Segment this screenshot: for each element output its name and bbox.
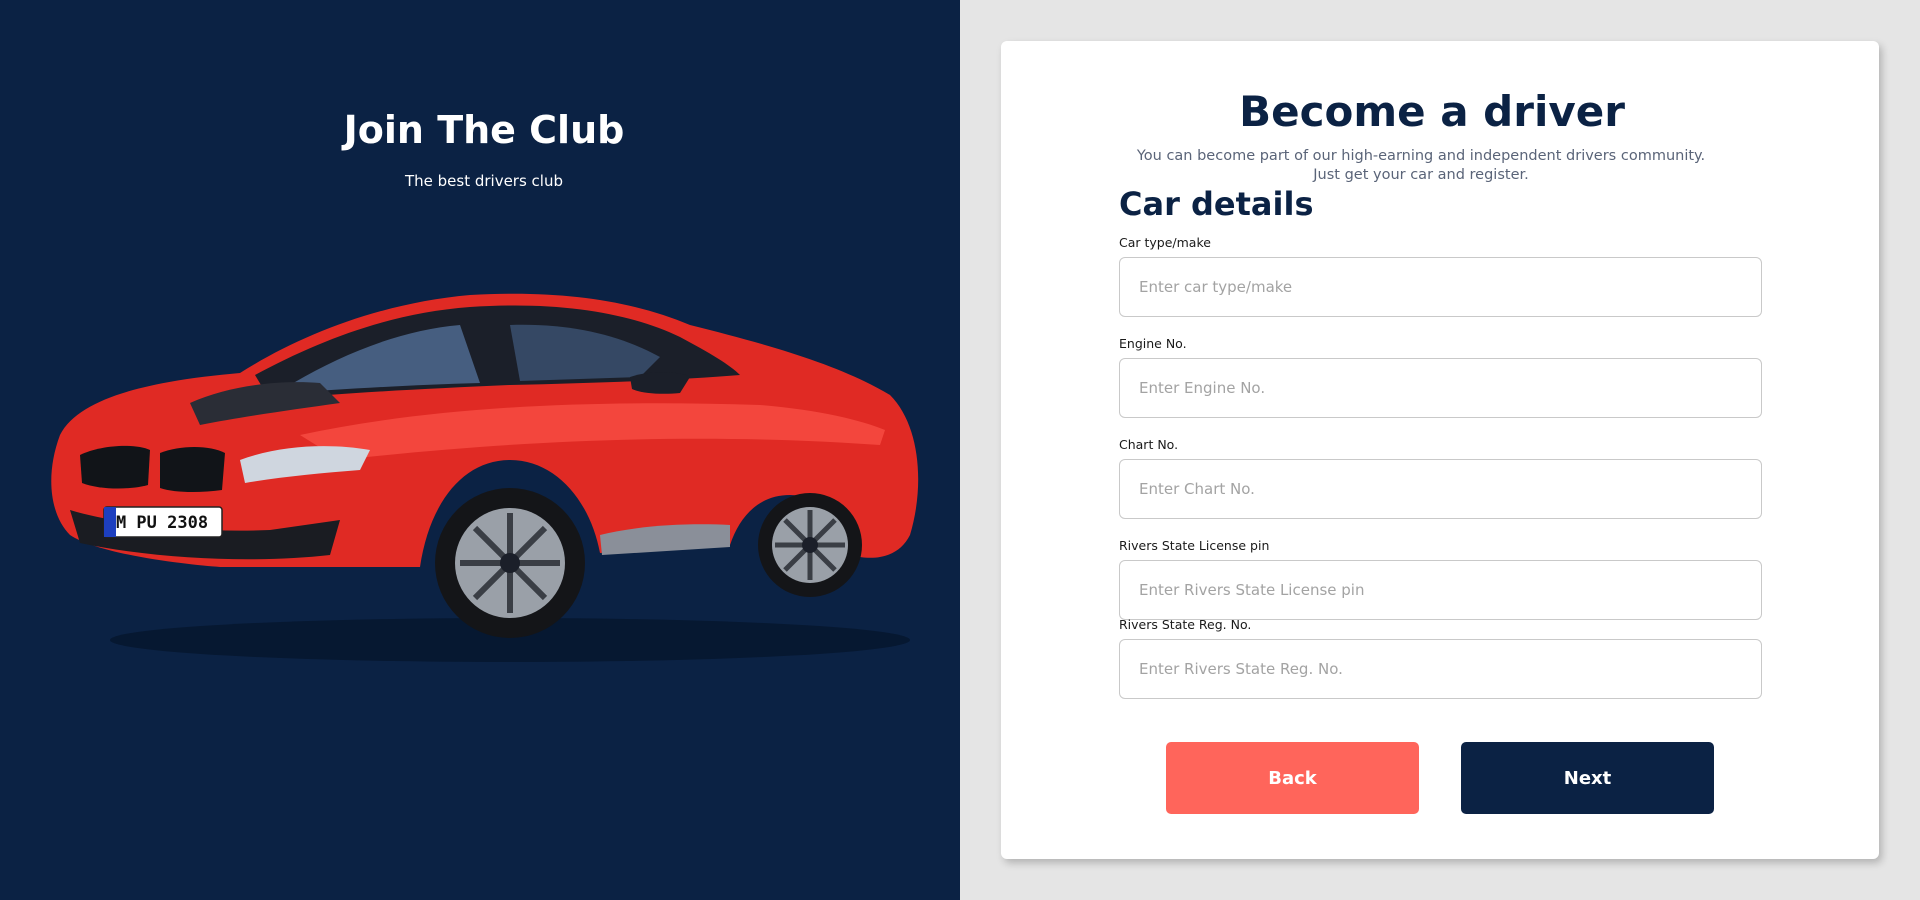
form-description-line-2: Just get your car and register. [1313,167,1529,183]
section-title: Car details [1119,185,1314,223]
back-button[interactable]: Back [1166,742,1419,814]
car-image: M PU 2308 [51,293,919,662]
hero-panel: Join The Club The best drivers club M PU… [0,0,960,900]
chart-no-input[interactable] [1119,459,1762,519]
car-type-label: Car type/make [1119,235,1211,250]
license-pin-label: Rivers State License pin [1119,538,1270,553]
license-pin-input[interactable] [1119,560,1762,620]
hero-title: Join The Club [343,108,625,152]
grille-right [160,447,225,493]
car-type-input[interactable] [1119,257,1762,317]
hero-subtitle: The best drivers club [404,172,564,190]
rear-hub [802,537,818,553]
side-mirror [630,372,690,394]
front-hub [500,553,520,573]
registration-card: Become a driver You can become part of o… [1001,41,1879,859]
plate-eu-strip [104,507,116,537]
engine-no-input[interactable] [1119,358,1762,418]
reg-no-input[interactable] [1119,639,1762,699]
page: Join The Club The best drivers club M PU… [0,0,1920,900]
grille-left [80,445,150,489]
chart-no-label: Chart No. [1119,437,1179,452]
engine-no-label: Engine No. [1119,336,1187,351]
form-panel: Become a driver You can become part of o… [960,0,1920,900]
form-title: Become a driver [1239,87,1625,136]
next-button[interactable]: Next [1461,742,1714,814]
form-description: You can become part of our high-earning … [1101,147,1741,185]
reg-no-label: Rivers State Reg. No. [1119,617,1252,632]
form-description-line-1: You can become part of our high-earning … [1136,148,1706,164]
plate-text: M PU 2308 [116,513,208,533]
